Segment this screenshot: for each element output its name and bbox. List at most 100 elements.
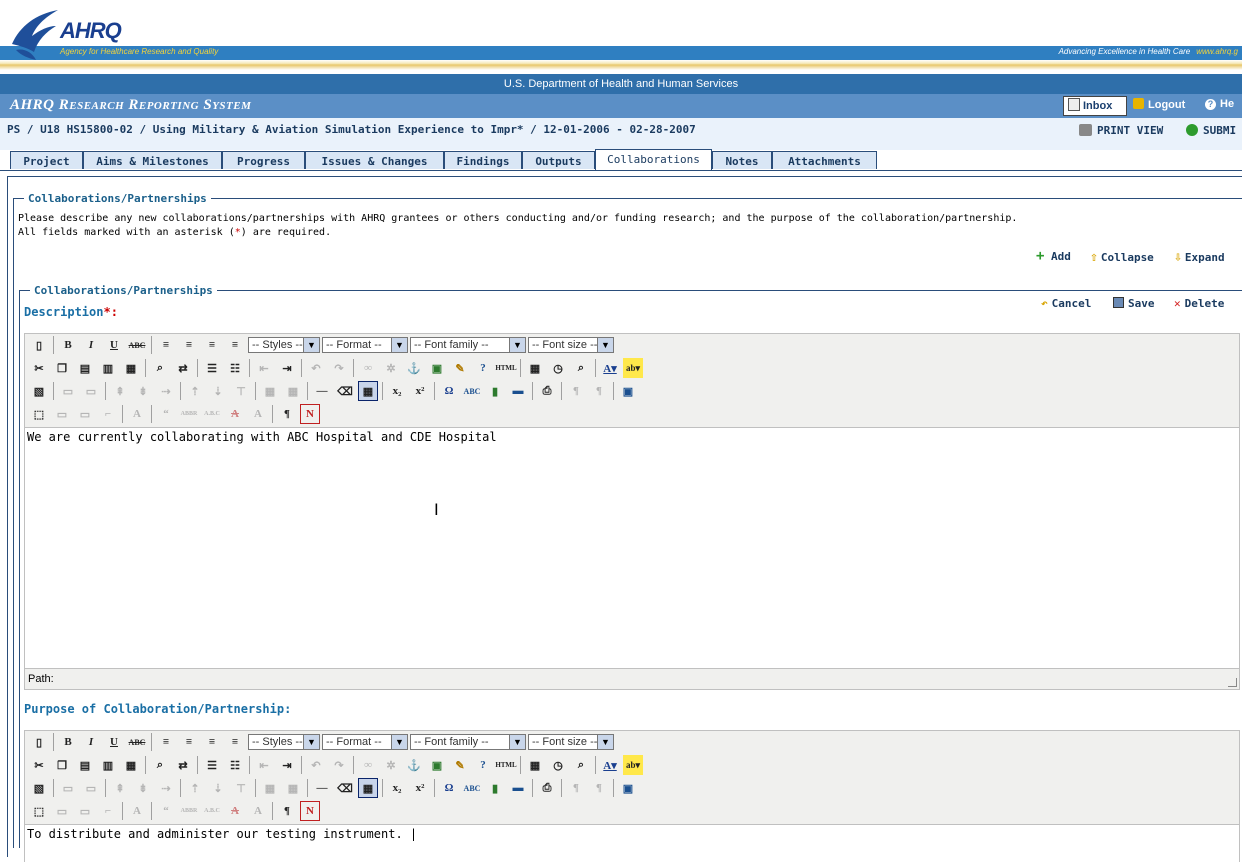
fullscreen-icon[interactable]: ▣	[618, 778, 638, 798]
acronym-icon[interactable]: A.B.C	[202, 801, 222, 821]
absolute-icon[interactable]: ⌐	[98, 404, 118, 424]
row-before-icon[interactable]: ⇞	[110, 381, 130, 401]
tab-aims-milestones[interactable]: Aims & Milestones	[83, 151, 222, 169]
anchor-icon[interactable]: ⚓	[404, 755, 424, 775]
paste-text-icon[interactable]: ▥	[98, 358, 118, 378]
unlink-icon[interactable]: ✲	[381, 755, 401, 775]
align-center-icon[interactable]: ≡	[179, 335, 199, 355]
expand-button[interactable]: ⇩ Expand	[1174, 250, 1225, 265]
align-right-icon[interactable]: ≡	[202, 732, 222, 752]
print-icon[interactable]: ⎙	[537, 778, 557, 798]
abbr-icon[interactable]: ABBR	[179, 801, 199, 821]
horizontal-rule-icon[interactable]: —	[312, 381, 332, 401]
del-icon[interactable]: A	[225, 404, 245, 424]
redo-icon[interactable]: ↷	[329, 358, 349, 378]
remove-format-icon[interactable]: ⌫	[335, 778, 355, 798]
pilcrow-icon[interactable]: ¶	[277, 801, 297, 821]
html-source-icon[interactable]: HTML	[495, 755, 516, 775]
highlight-color-icon[interactable]: ab▾	[623, 755, 643, 775]
merge-cells-icon[interactable]: ▦	[283, 778, 303, 798]
ins-icon[interactable]: A	[248, 801, 268, 821]
new-document-icon[interactable]: ▯	[29, 335, 49, 355]
tab-notes[interactable]: Notes	[712, 151, 772, 169]
horizontal-rule-icon[interactable]: —	[312, 778, 332, 798]
bold-button[interactable]: B	[58, 335, 78, 355]
styles-dropdown[interactable]: -- Styles -- ▼	[248, 337, 320, 353]
bullet-list-icon[interactable]: ☰	[202, 755, 222, 775]
cancel-button[interactable]: ↶ Cancel	[1041, 297, 1091, 310]
submit-link[interactable]: SUBMI	[1186, 124, 1236, 137]
subscript-icon[interactable]: x₂	[387, 381, 407, 401]
row-after-icon[interactable]: ⇟	[133, 381, 153, 401]
numbered-list-icon[interactable]: ☷	[225, 755, 245, 775]
superscript-icon[interactable]: x²	[410, 381, 430, 401]
underline-button[interactable]: U	[104, 732, 124, 752]
nonbreaking-icon[interactable]: N	[300, 404, 320, 424]
visual-aid-icon[interactable]: ▦	[358, 381, 378, 401]
outdent-icon[interactable]: ⇤	[254, 755, 274, 775]
undo-icon[interactable]: ↶	[306, 358, 326, 378]
rtl-icon[interactable]: ¶	[589, 778, 609, 798]
resize-handle[interactable]	[1228, 678, 1237, 687]
format-dropdown[interactable]: -- Format -- ▼	[322, 337, 408, 353]
copy-icon[interactable]: ❐	[52, 358, 72, 378]
print-view-link[interactable]: PRINT VIEW	[1079, 124, 1163, 137]
print-icon[interactable]: ⎙	[537, 381, 557, 401]
tab-issues-changes[interactable]: Issues & Changes	[305, 151, 444, 169]
del-icon[interactable]: A	[225, 801, 245, 821]
replace-icon[interactable]: ⇄	[173, 358, 193, 378]
tab-collaborations[interactable]: Collaborations	[595, 149, 712, 170]
delete-col-icon[interactable]: ⊤	[231, 778, 251, 798]
align-right-icon[interactable]: ≡	[202, 335, 222, 355]
italic-button[interactable]: I	[81, 732, 101, 752]
logout-link[interactable]: Logout	[1133, 98, 1185, 111]
link-icon[interactable]: ∞	[358, 358, 378, 378]
visual-aid-icon[interactable]: ▦	[358, 778, 378, 798]
italic-button[interactable]: I	[81, 335, 101, 355]
help-link[interactable]: ? He	[1205, 98, 1234, 110]
find-icon[interactable]: ⌕	[150, 755, 170, 775]
split-cells-icon[interactable]: ▦	[260, 778, 280, 798]
remove-format-icon[interactable]: ⌫	[335, 381, 355, 401]
inbox-button[interactable]: Inbox	[1063, 96, 1127, 116]
numbered-list-icon[interactable]: ☷	[225, 358, 245, 378]
acronym-icon[interactable]: A.B.C	[202, 404, 222, 424]
paste-word-icon[interactable]: ▦	[121, 755, 141, 775]
tab-findings[interactable]: Findings	[444, 151, 522, 169]
replace-icon[interactable]: ⇄	[173, 755, 193, 775]
abbr-icon[interactable]: ABBR	[179, 404, 199, 424]
delete-row-icon[interactable]: ⇢	[156, 381, 176, 401]
layer-backward-icon[interactable]: ▭	[75, 801, 95, 821]
indent-icon[interactable]: ⇥	[277, 358, 297, 378]
find-icon[interactable]: ⌕	[150, 358, 170, 378]
paste-icon[interactable]: ▤	[75, 755, 95, 775]
redo-icon[interactable]: ↷	[329, 755, 349, 775]
table-cell-props-icon[interactable]: ▭	[81, 381, 101, 401]
select-all-icon[interactable]: ⬚	[29, 404, 49, 424]
fullscreen-icon[interactable]: ▣	[618, 381, 638, 401]
indent-icon[interactable]: ⇥	[277, 755, 297, 775]
special-char-icon[interactable]: Ω	[439, 778, 459, 798]
add-button[interactable]: + Add	[1036, 249, 1071, 263]
ins-icon[interactable]: A	[248, 404, 268, 424]
align-left-icon[interactable]: ≡	[156, 732, 176, 752]
cite-icon[interactable]: “	[156, 801, 176, 821]
image-icon[interactable]: ▣	[427, 358, 447, 378]
insert-date-icon[interactable]: ▦	[525, 755, 545, 775]
save-button[interactable]: Save	[1113, 297, 1155, 310]
row-before-icon[interactable]: ⇞	[110, 778, 130, 798]
purpose-input[interactable]: To distribute and administer our testing…	[25, 824, 1239, 864]
align-left-icon[interactable]: ≡	[156, 335, 176, 355]
layer-icon[interactable]: ▬	[508, 778, 528, 798]
nonbreaking-icon[interactable]: N	[300, 801, 320, 821]
col-after-icon[interactable]: ⇣	[208, 381, 228, 401]
rtl-icon[interactable]: ¶	[589, 381, 609, 401]
outdent-icon[interactable]: ⇤	[254, 358, 274, 378]
text-color-icon[interactable]: A▾	[600, 755, 620, 775]
paste-text-icon[interactable]: ▥	[98, 755, 118, 775]
underline-button[interactable]: U	[104, 335, 124, 355]
align-center-icon[interactable]: ≡	[179, 732, 199, 752]
special-char-icon[interactable]: Ω	[439, 381, 459, 401]
cut-icon[interactable]: ✂	[29, 755, 49, 775]
row-after-icon[interactable]: ⇟	[133, 778, 153, 798]
